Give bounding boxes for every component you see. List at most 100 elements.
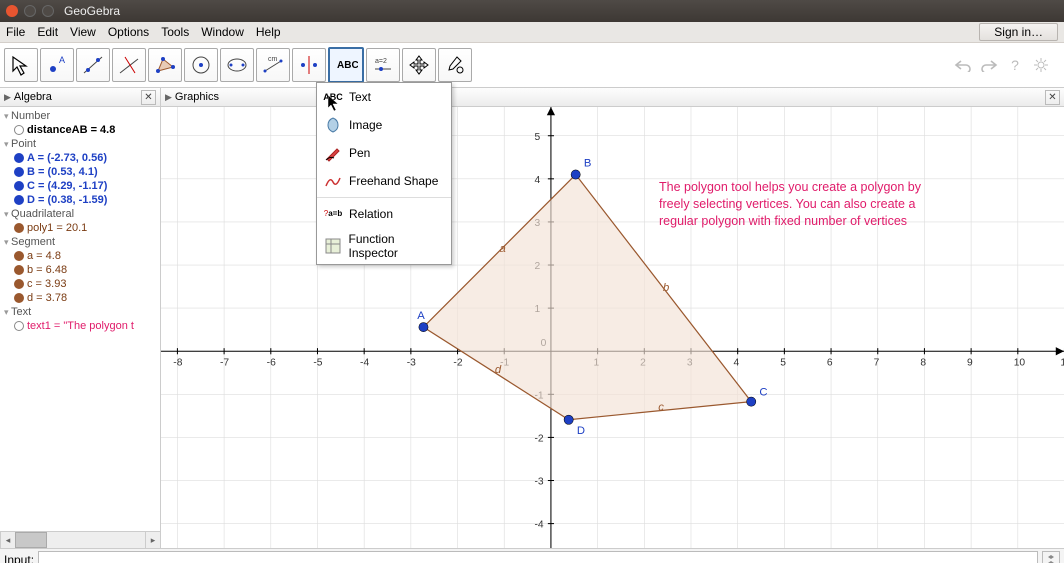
visibility-toggle-icon[interactable] [14, 195, 24, 205]
input-help-button[interactable] [1042, 551, 1060, 563]
tool-text[interactable]: ABC [328, 47, 364, 83]
algebra-item[interactable]: b = 6.48 [0, 263, 158, 277]
algebra-item[interactable]: c = 3.93 [0, 277, 158, 291]
dropdown-item-text[interactable]: ABC Text [317, 83, 451, 111]
visibility-toggle-icon[interactable] [14, 251, 24, 261]
algebra-group[interactable]: Number [0, 109, 158, 123]
menu-view[interactable]: View [70, 25, 96, 39]
annotation-line: regular polygon with fixed number of ver… [659, 213, 921, 230]
redo-button[interactable] [978, 54, 1000, 76]
scroll-track[interactable] [47, 532, 145, 548]
algebra-item[interactable]: A = (-2.73, 0.56) [0, 151, 158, 165]
algebra-group[interactable]: Text [0, 305, 158, 319]
maximize-window-button[interactable] [42, 5, 54, 17]
visibility-toggle-icon[interactable] [14, 167, 24, 177]
menu-file[interactable]: File [6, 25, 25, 39]
algebra-tree[interactable]: NumberdistanceAB = 4.8PointA = (-2.73, 0… [0, 107, 160, 531]
window-title: GeoGebra [64, 4, 120, 18]
algebra-group[interactable]: Quadrilateral [0, 207, 158, 221]
tool-move[interactable] [4, 48, 38, 82]
close-window-button[interactable] [6, 5, 18, 17]
menu-edit[interactable]: Edit [37, 25, 58, 39]
algebra-item[interactable]: B = (0.53, 4.1) [0, 165, 158, 179]
dropdown-item-function-inspector[interactable]: Function Inspector [317, 228, 451, 264]
algebra-scrollbar[interactable]: ◂ ▸ [0, 531, 160, 548]
tool-point[interactable]: A [40, 48, 74, 82]
menu-window[interactable]: Window [201, 25, 244, 39]
algebra-header[interactable]: ▶ Algebra ✕ [0, 88, 160, 107]
svg-text:4: 4 [734, 358, 740, 369]
minimize-window-button[interactable] [24, 5, 36, 17]
tool-circle[interactable] [184, 48, 218, 82]
algebra-item[interactable]: D = (0.38, -1.59) [0, 193, 158, 207]
svg-text:-2: -2 [453, 358, 462, 369]
tool-ellipse[interactable] [220, 48, 254, 82]
scroll-left-arrow[interactable]: ◂ [0, 532, 15, 548]
algebra-item-label: a = 4.8 [27, 249, 61, 263]
tool-line[interactable] [76, 48, 110, 82]
tool-dropdown[interactable]: ABC Text Image Pen Freehand Shape ?a=b R… [316, 82, 452, 265]
algebra-group[interactable]: Point [0, 137, 158, 151]
dropdown-label: Freehand Shape [349, 174, 438, 188]
tool-perpendicular[interactable] [112, 48, 146, 82]
scroll-thumb[interactable] [15, 532, 47, 548]
coordinate-plane[interactable]: -8-7-6-5-4-3-2-101234567891011-5-4-3-2-1… [161, 107, 1064, 548]
visibility-toggle-icon[interactable] [14, 125, 24, 135]
menu-help[interactable]: Help [256, 25, 281, 39]
algebra-item[interactable]: d = 3.78 [0, 291, 158, 305]
pen-icon [323, 143, 343, 163]
dropdown-item-pen[interactable]: Pen [317, 139, 451, 167]
visibility-toggle-icon[interactable] [14, 265, 24, 275]
tool-slider[interactable]: a=2 [366, 48, 400, 82]
svg-text:9: 9 [967, 358, 973, 369]
tool-custom[interactable] [438, 48, 472, 82]
settings-button[interactable] [1030, 54, 1052, 76]
tool-reflect[interactable] [292, 48, 326, 82]
visibility-toggle-icon[interactable] [14, 293, 24, 303]
algebra-item[interactable]: text1 = "The polygon t [0, 319, 158, 333]
visibility-toggle-icon[interactable] [14, 223, 24, 233]
visibility-toggle-icon[interactable] [14, 153, 24, 163]
svg-text:-5: -5 [313, 358, 322, 369]
algebra-item[interactable]: distanceAB = 4.8 [0, 123, 158, 137]
input-field[interactable] [38, 551, 1038, 563]
input-bar: Input: [0, 548, 1064, 563]
tool-move-view[interactable] [402, 48, 436, 82]
algebra-item-label: b = 6.48 [27, 263, 67, 277]
dropdown-label: Image [349, 118, 382, 132]
help-button[interactable]: ? [1004, 54, 1026, 76]
undo-button[interactable] [952, 54, 974, 76]
dropdown-item-relation[interactable]: ?a=b Relation [317, 200, 451, 228]
visibility-toggle-icon[interactable] [14, 321, 24, 331]
menu-options[interactable]: Options [108, 25, 149, 39]
svg-text:-7: -7 [220, 358, 229, 369]
graphics-canvas[interactable]: -8-7-6-5-4-3-2-101234567891011-5-4-3-2-1… [161, 107, 1064, 548]
tool-measure[interactable]: cm [256, 48, 290, 82]
svg-text:-3: -3 [407, 358, 416, 369]
dropdown-item-freehand[interactable]: Freehand Shape [317, 167, 451, 195]
algebra-item-label: A = (-2.73, 0.56) [27, 151, 107, 165]
algebra-item[interactable]: poly1 = 20.1 [0, 221, 158, 235]
visibility-toggle-icon[interactable] [14, 181, 24, 191]
scroll-right-arrow[interactable]: ▸ [145, 532, 160, 548]
input-label: Input: [4, 553, 34, 563]
algebra-group[interactable]: Segment [0, 235, 158, 249]
graphics-header[interactable]: ▶ Graphics ✕ [161, 88, 1064, 107]
text-icon: ABC [323, 87, 343, 107]
svg-text:4: 4 [535, 175, 541, 186]
text-annotation[interactable]: The polygon tool helps you create a poly… [659, 179, 921, 230]
graphics-title: Graphics [175, 91, 219, 103]
svg-text:5: 5 [535, 132, 541, 143]
algebra-item[interactable]: C = (4.29, -1.17) [0, 179, 158, 193]
tool-polygon[interactable] [148, 48, 182, 82]
visibility-toggle-icon[interactable] [14, 279, 24, 289]
graphics-close-button[interactable]: ✕ [1045, 90, 1060, 105]
window-titlebar: GeoGebra [0, 0, 1064, 22]
sign-in-button[interactable]: Sign in… [979, 23, 1058, 41]
algebra-item[interactable]: a = 4.8 [0, 249, 158, 263]
svg-text:-6: -6 [267, 358, 276, 369]
dropdown-item-image[interactable]: Image [317, 111, 451, 139]
menu-tools[interactable]: Tools [161, 25, 189, 39]
algebra-close-button[interactable]: ✕ [141, 90, 156, 105]
dropdown-label: Function Inspector [349, 232, 445, 260]
